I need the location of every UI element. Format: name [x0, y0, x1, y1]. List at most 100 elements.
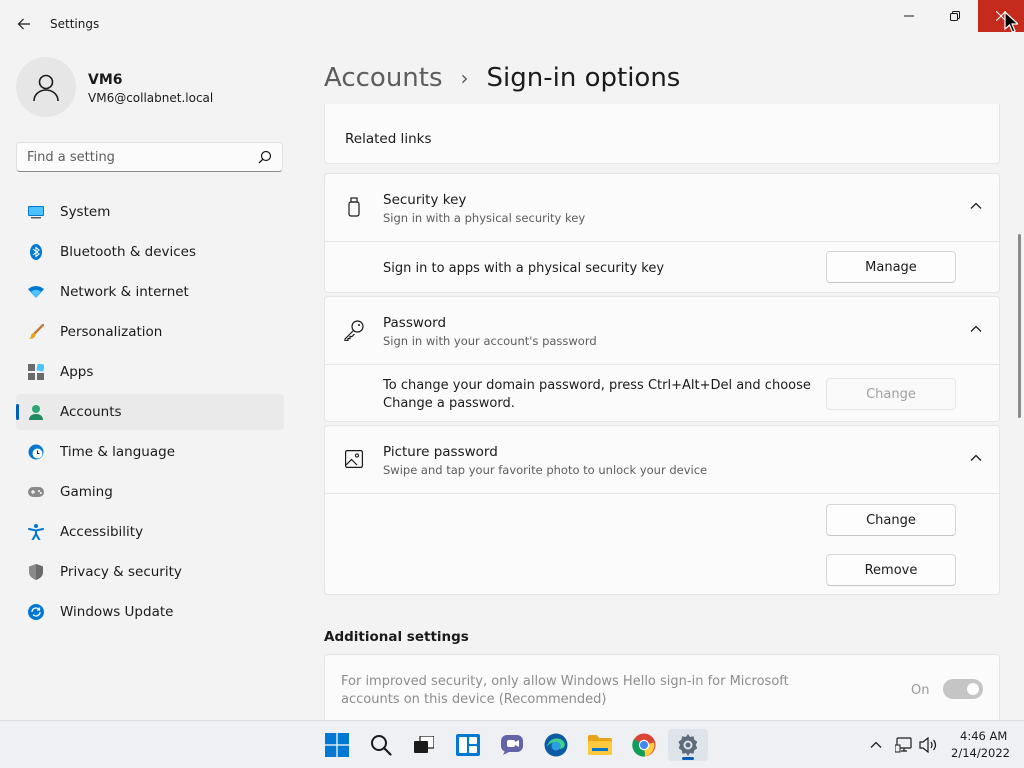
- monitor-icon: [28, 204, 44, 220]
- mouse-cursor-icon: [1004, 11, 1018, 33]
- widgets-icon: [456, 734, 480, 756]
- back-button[interactable]: [12, 12, 36, 36]
- clock-time[interactable]: 4:46 AM: [960, 729, 1007, 743]
- sidebar-item-label: Bluetooth & devices: [60, 244, 197, 260]
- update-icon: [28, 604, 44, 620]
- widgets-button[interactable]: [448, 729, 488, 761]
- picture-password-change-button[interactable]: Change: [826, 504, 956, 536]
- network-tray-button[interactable]: [894, 735, 914, 755]
- sidebar-item-system[interactable]: System: [16, 194, 284, 230]
- person-icon: [33, 74, 59, 102]
- sidebar-item-label: Accessibility: [60, 524, 144, 540]
- sidebar-item-privacy-security[interactable]: Privacy & security: [16, 554, 284, 590]
- password-row-text: To change your domain password, press Ct…: [383, 378, 811, 411]
- toggle-state-label: On: [911, 683, 930, 698]
- sidebar-item-label: Gaming: [60, 484, 113, 500]
- divider: [325, 493, 999, 494]
- taskbar-search-button[interactable]: [361, 729, 401, 761]
- security-key-header[interactable]: Security key Sign in with a physical sec…: [325, 174, 999, 240]
- breadcrumb-parent[interactable]: Accounts: [324, 63, 443, 93]
- scrollbar-thumb[interactable]: [1018, 234, 1021, 418]
- minimize-button[interactable]: [886, 0, 932, 32]
- task-view-button[interactable]: [404, 729, 444, 761]
- avatar[interactable]: [16, 57, 76, 117]
- manage-button[interactable]: Manage: [826, 251, 956, 283]
- accessibility-icon: [28, 524, 44, 540]
- profile-name: VM6: [88, 72, 123, 88]
- chrome-icon: [632, 733, 656, 757]
- security-key-description: Sign in with a physical security key: [383, 211, 586, 225]
- globe-clock-icon: [28, 444, 44, 460]
- sidebar-item-apps[interactable]: Apps: [16, 354, 284, 390]
- password-change-button[interactable]: Change: [826, 378, 956, 410]
- picture-password-remove-button[interactable]: Remove: [826, 554, 956, 586]
- sidebar-item-label: Accounts: [60, 404, 122, 420]
- sidebar-item-label: Windows Update: [60, 604, 174, 620]
- password-header[interactable]: Password Sign in with your account's pas…: [325, 297, 999, 363]
- password-description: Sign in with your account's password: [383, 334, 597, 348]
- file-explorer-button[interactable]: [580, 729, 620, 761]
- breadcrumb: Accounts › Sign-in options: [324, 58, 680, 98]
- usb-key-icon: [343, 196, 365, 218]
- profile-email: VM6@collabnet.local: [88, 91, 214, 105]
- shield-icon: [28, 564, 44, 580]
- sidebar-item-personalization[interactable]: Personalization: [16, 314, 284, 350]
- taskbar: 4:46 AM 2/14/2022: [0, 720, 1024, 768]
- sidebar-item-time-language[interactable]: Time & language: [16, 434, 284, 470]
- sidebar-item-label: Network & internet: [60, 284, 189, 300]
- sidebar-item-gaming[interactable]: Gaming: [16, 474, 284, 510]
- wifi-icon: [28, 284, 44, 300]
- sidebar-item-label: Personalization: [60, 324, 163, 340]
- sidebar-item-network-internet[interactable]: Network & internet: [16, 274, 284, 310]
- windows-hello-only-text: For improved security, only allow Window…: [341, 674, 789, 707]
- settings-taskbar-button[interactable]: [668, 729, 708, 761]
- password-title: Password: [383, 315, 447, 331]
- restore-icon: [950, 11, 960, 21]
- start-icon: [325, 733, 349, 757]
- chat-button[interactable]: [492, 729, 532, 761]
- sidebar-item-label: System: [60, 204, 111, 220]
- sidebar-nav: System Bluetooth & devices Network & int…: [16, 194, 284, 634]
- picture-password-title: Picture password: [383, 444, 498, 460]
- title-bar: Settings: [0, 0, 1024, 48]
- sidebar-item-label: Apps: [60, 364, 94, 380]
- search-icon: [258, 150, 272, 164]
- clock-date[interactable]: 2/14/2022: [951, 746, 1010, 760]
- picture-password-header[interactable]: Picture password Swipe and tap your favo…: [325, 426, 999, 492]
- show-hidden-icons-button[interactable]: [866, 735, 886, 755]
- task-view-icon: [414, 736, 434, 753]
- sidebar-item-label: Time & language: [60, 444, 176, 460]
- security-key-card: Security key Sign in with a physical sec…: [324, 173, 1000, 293]
- search-box[interactable]: [16, 142, 283, 172]
- file-explorer-icon: [588, 735, 612, 755]
- chevron-up-icon[interactable]: [969, 451, 983, 465]
- volume-tray-button[interactable]: [918, 735, 938, 755]
- edge-button[interactable]: [536, 729, 576, 761]
- search-input[interactable]: [17, 143, 247, 171]
- chevron-up-icon[interactable]: [969, 199, 983, 213]
- breadcrumb-separator: ›: [460, 66, 469, 90]
- sidebar-item-accounts[interactable]: Accounts: [16, 394, 284, 430]
- picture-password-card: Picture password Swipe and tap your favo…: [324, 425, 1000, 595]
- chat-icon: [501, 735, 523, 755]
- chrome-button[interactable]: [624, 729, 664, 761]
- person-icon: [28, 404, 44, 420]
- password-card: Password Sign in with your account's pas…: [324, 296, 1000, 422]
- network-icon: [895, 737, 912, 753]
- picture-icon: [343, 448, 365, 470]
- windows-hello-only-toggle[interactable]: [943, 679, 983, 699]
- volume-icon: [919, 737, 937, 753]
- back-arrow-icon: [17, 18, 30, 30]
- sidebar-item-windows-update[interactable]: Windows Update: [16, 594, 284, 630]
- start-button[interactable]: [317, 729, 357, 761]
- minimize-icon: [904, 15, 914, 17]
- gamepad-icon: [28, 484, 44, 500]
- sidebar-item-accessibility[interactable]: Accessibility: [16, 514, 284, 550]
- brush-icon: [28, 324, 44, 340]
- sidebar-item-bluetooth-devices[interactable]: Bluetooth & devices: [16, 234, 284, 270]
- chevron-up-icon[interactable]: [969, 322, 983, 336]
- search-icon: [371, 735, 392, 756]
- restore-button[interactable]: [932, 0, 978, 32]
- settings-icon: [678, 734, 698, 756]
- divider: [325, 241, 999, 242]
